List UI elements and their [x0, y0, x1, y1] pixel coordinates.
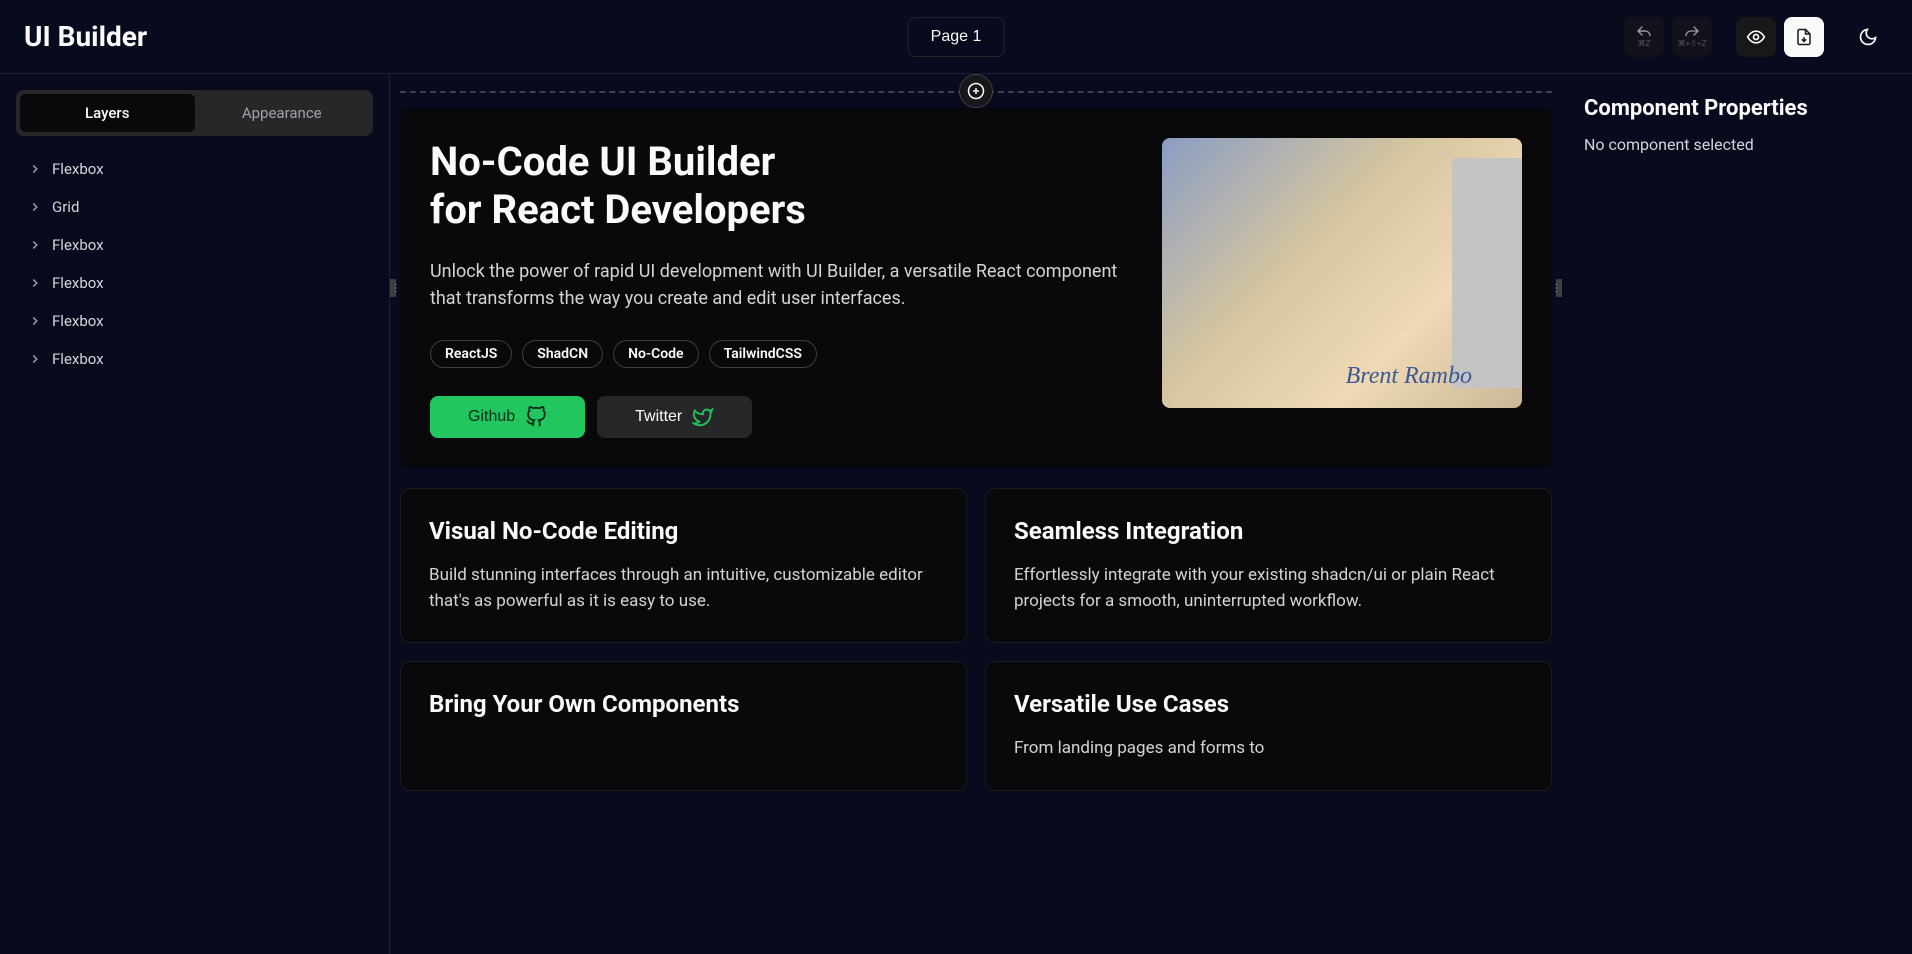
- tree-item-label: Flexbox: [52, 350, 104, 368]
- panel-tabs: Layers Appearance: [16, 90, 373, 136]
- hero-description: Unlock the power of rapid UI development…: [430, 258, 1142, 312]
- undo-icon: [1636, 25, 1652, 37]
- canvas: ⋮⋮ ⋮⋮ No-Code UI Builder for React Devel…: [390, 74, 1562, 954]
- tree-item[interactable]: Flexbox: [16, 340, 373, 378]
- badge-row: ReactJS ShadCN No-Code TailwindCS​S: [430, 340, 1142, 368]
- twitter-icon: [692, 406, 714, 428]
- add-component-button[interactable]: [959, 74, 993, 108]
- insert-divider: [400, 74, 1552, 108]
- properties-empty-state: No component selected: [1584, 135, 1890, 154]
- hero-title-line1: No-Code UI Builder: [430, 138, 775, 185]
- header: UI Builder Page 1 ⌘Z ⌘+⇧+Z: [0, 0, 1912, 74]
- export-button[interactable]: [1784, 17, 1824, 57]
- tree-item[interactable]: Flexbox: [16, 264, 373, 302]
- image-signature: Brent Rambo: [1346, 363, 1472, 390]
- chevron-right-icon: [28, 352, 42, 366]
- tree-item-label: Flexbox: [52, 160, 104, 178]
- undo-kbd: ⌘Z: [1638, 39, 1651, 48]
- tab-appearance[interactable]: Appearance: [195, 94, 370, 132]
- tab-layers[interactable]: Layers: [20, 94, 195, 132]
- github-icon: [525, 406, 547, 428]
- hero-title: No-Code UI Builder for React Developers: [430, 138, 1142, 234]
- chevron-right-icon: [28, 200, 42, 214]
- redo-kbd: ⌘+⇧+Z: [1678, 39, 1707, 48]
- card-title: Visual No-Code Editing: [429, 517, 938, 545]
- chevron-right-icon: [28, 238, 42, 252]
- card-title: Bring Your Own Components: [429, 690, 938, 718]
- app-title: UI Builder: [24, 20, 147, 53]
- hero-title-line2: for React Developers: [430, 186, 806, 233]
- tree-item[interactable]: Flexbox: [16, 150, 373, 188]
- twitter-button[interactable]: Twitter: [597, 396, 752, 438]
- drag-handle-right[interactable]: ⋮⋮: [1556, 279, 1562, 297]
- canvas-scroll[interactable]: ⋮⋮ ⋮⋮ No-Code UI Builder for React Devel…: [390, 74, 1562, 954]
- tree-item[interactable]: Grid: [16, 188, 373, 226]
- file-export-icon: [1795, 28, 1813, 46]
- eye-icon: [1746, 27, 1766, 47]
- feature-card[interactable]: Visual No-Code Editing Build stunning in…: [400, 488, 967, 643]
- properties-panel: Component Properties No component select…: [1562, 74, 1912, 954]
- chevron-right-icon: [28, 162, 42, 176]
- feature-card[interactable]: Bring Your Own Components: [400, 661, 967, 791]
- undo-button[interactable]: ⌘Z: [1624, 17, 1664, 57]
- badge: TailwindCS​S: [709, 340, 817, 368]
- tree-item[interactable]: Flexbox: [16, 226, 373, 264]
- page-selector[interactable]: Page 1: [908, 17, 1005, 57]
- redo-icon: [1684, 25, 1700, 37]
- tree-item-label: Flexbox: [52, 236, 104, 254]
- card-title: Versatile Use Cases: [1014, 690, 1523, 718]
- feature-card[interactable]: Versatile Use Cases From landing pages a…: [985, 661, 1552, 791]
- card-title: Seamless Integration: [1014, 517, 1523, 545]
- header-actions: ⌘Z ⌘+⇧+Z: [1624, 17, 1888, 57]
- plus-circle-icon: [967, 82, 985, 100]
- tree-item[interactable]: Flexbox: [16, 302, 373, 340]
- layer-tree: Flexbox Grid Flexbox Flexbox Flexbox: [16, 150, 373, 378]
- chevron-right-icon: [28, 314, 42, 328]
- card-body: Effortlessly integrate with your existin…: [1014, 563, 1523, 614]
- redo-button[interactable]: ⌘+⇧+Z: [1672, 17, 1712, 57]
- github-button[interactable]: Github: [430, 396, 585, 438]
- github-button-label: Github: [468, 408, 515, 426]
- tree-item-label: Flexbox: [52, 274, 104, 292]
- feature-card[interactable]: Seamless Integration Effortlessly integr…: [985, 488, 1552, 643]
- tree-item-label: Grid: [52, 198, 79, 216]
- card-body: From landing pages and forms to: [1014, 736, 1523, 762]
- hero-image: Brent Rambo: [1162, 138, 1522, 408]
- left-panel: Layers Appearance Flexbox Grid Flexbox: [0, 74, 390, 954]
- drag-handle-left[interactable]: ⋮⋮: [390, 279, 396, 297]
- preview-button[interactable]: [1736, 17, 1776, 57]
- hero-buttons: Github Twitter: [430, 396, 1142, 438]
- moon-icon: [1858, 27, 1878, 47]
- chevron-right-icon: [28, 276, 42, 290]
- properties-title: Component Properties: [1584, 96, 1890, 121]
- badge: ShadCN: [522, 340, 603, 368]
- feature-grid: Visual No-Code Editing Build stunning in…: [400, 488, 1552, 791]
- theme-toggle[interactable]: [1848, 17, 1888, 57]
- card-body: Build stunning interfaces through an int…: [429, 563, 938, 614]
- badge: ReactJS: [430, 340, 512, 368]
- twitter-button-label: Twitter: [635, 408, 682, 426]
- badge: No-Code: [613, 340, 698, 368]
- tree-item-label: Flexbox: [52, 312, 104, 330]
- hero-section[interactable]: ⋮⋮ ⋮⋮ No-Code UI Builder for React Devel…: [400, 108, 1552, 468]
